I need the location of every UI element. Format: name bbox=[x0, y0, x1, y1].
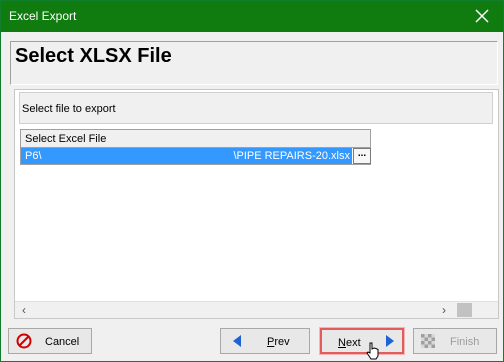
file-grid: Select Excel File P6\ \PIPE REPAIRS-20.x… bbox=[20, 129, 371, 165]
next-label: Next bbox=[338, 337, 361, 349]
cancel-button[interactable]: Cancel bbox=[8, 328, 92, 354]
browse-button[interactable]: ... bbox=[353, 148, 371, 164]
checkered-flag-icon bbox=[421, 334, 435, 348]
finish-button[interactable]: Finish bbox=[413, 328, 497, 354]
scroll-left-icon[interactable]: ‹ bbox=[22, 303, 34, 317]
excel-export-window: Excel Export Select XLSX File Select fil… bbox=[0, 0, 504, 362]
file-path-field[interactable]: P6\ \PIPE REPAIRS-20.xlsx bbox=[21, 148, 352, 164]
file-path-prefix: P6\ bbox=[25, 150, 42, 162]
window-title: Excel Export bbox=[9, 9, 77, 23]
grid-column-header: Select Excel File bbox=[20, 129, 371, 148]
scroll-thumb[interactable] bbox=[457, 303, 472, 317]
horizontal-scrollbar[interactable]: ‹ › bbox=[15, 301, 498, 318]
prev-label: Prev bbox=[267, 336, 290, 348]
next-button[interactable]: Next bbox=[320, 328, 404, 354]
left-arrow-icon bbox=[233, 335, 241, 347]
title-bar: Excel Export bbox=[1, 1, 503, 32]
page-title: Select XLSX File bbox=[15, 45, 172, 67]
prev-button[interactable]: Prev bbox=[220, 328, 310, 354]
hand-pointer-icon bbox=[366, 342, 379, 360]
file-path-row[interactable]: P6\ \PIPE REPAIRS-20.xlsx ... bbox=[20, 148, 371, 165]
instruction-bar: Select file to export bbox=[19, 92, 493, 124]
file-path-name: \PIPE REPAIRS-20.xlsx bbox=[233, 150, 350, 162]
heading-panel: Select XLSX File bbox=[10, 41, 498, 85]
content-area: Select file to export Select Excel File … bbox=[14, 89, 499, 319]
right-arrow-icon bbox=[386, 335, 394, 347]
column-header-label: Select Excel File bbox=[25, 133, 107, 145]
cancel-label: Cancel bbox=[45, 336, 80, 348]
scroll-right-icon[interactable]: › bbox=[442, 303, 454, 317]
finish-label: Finish bbox=[450, 336, 480, 348]
stop-icon bbox=[16, 333, 32, 349]
instruction-text: Select file to export bbox=[22, 103, 116, 115]
close-icon[interactable] bbox=[473, 7, 491, 25]
